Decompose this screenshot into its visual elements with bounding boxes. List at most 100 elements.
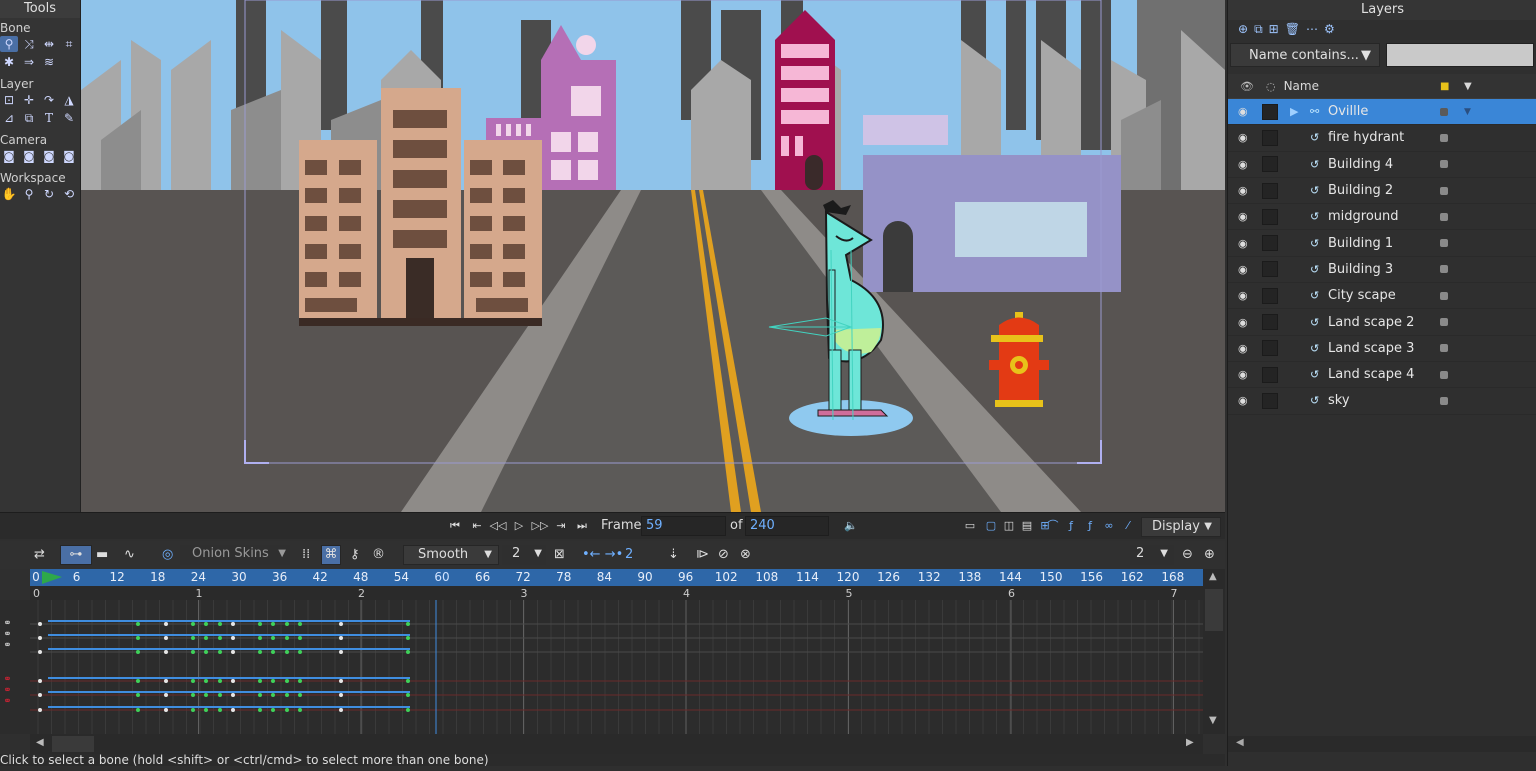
duplicate-layer-icon[interactable]: ⧉ [1254, 22, 1263, 37]
interp-value-dropdown[interactable]: 2 ▼ [502, 545, 546, 565]
translate-layer-icon[interactable]: ✛ [20, 92, 38, 108]
rotate-layer-icon[interactable]: ↷ [40, 92, 58, 108]
expand-arrow-icon[interactable]: ▶ [1290, 105, 1304, 118]
fast-forward-icon[interactable]: ⏭ [573, 518, 591, 534]
layer-color-dot[interactable] [1440, 160, 1448, 169]
color-column-icon[interactable]: ■ [1440, 81, 1449, 92]
zoom-icon[interactable]: ⚲ [20, 186, 38, 202]
bind-layer-icon[interactable]: ≋ [40, 54, 58, 70]
lock-icon[interactable] [1262, 287, 1278, 304]
layer-row-land-scape-4[interactable]: ◉ ↺ Land scape 4 [1228, 362, 1536, 389]
eye-icon[interactable]: ◉ [1238, 263, 1256, 276]
roll-camera-icon[interactable]: ◙ [40, 148, 58, 164]
last-frame-icon[interactable]: ⇥ [552, 518, 570, 534]
scale-layer-icon[interactable]: ⧉ [20, 110, 38, 126]
layer-color-dot[interactable] [1440, 133, 1448, 142]
scroll-down-icon[interactable]: ▼ [1209, 715, 1217, 726]
channel-bone-icon[interactable]: ⊶ [60, 545, 92, 565]
layer-row-city-scape[interactable]: ◉ ↺ City scape [1228, 283, 1536, 310]
layer-row-building-4[interactable]: ◉ ↺ Building 4 [1228, 152, 1536, 178]
copy-keys-icon[interactable]: ⧐ [696, 545, 709, 565]
add-bone-icon[interactable]: ⇹ [40, 36, 58, 52]
layer-color-dot[interactable] [1440, 370, 1448, 379]
step-back-icon[interactable]: ◁◁ [489, 518, 507, 534]
vscroll-thumb[interactable] [1205, 589, 1223, 631]
paste-keys-icon[interactable]: ⇣ [668, 545, 679, 565]
scroll-up-icon[interactable]: ▲ [1209, 571, 1217, 582]
layer-color-dot[interactable] [1440, 107, 1448, 116]
total-frames-input[interactable]: 240 [745, 516, 829, 536]
pan-tilt-camera-icon[interactable]: ◙ [60, 148, 78, 164]
filter-dropdown[interactable]: Name contains... ▼ [1230, 43, 1380, 67]
eye-icon[interactable]: ◉ [1238, 184, 1256, 197]
shear-layer-icon[interactable]: ◮ [60, 92, 78, 108]
loop-icon[interactable]: ∞ [1100, 518, 1118, 534]
clear-keys-icon[interactable]: ⊗ [740, 545, 751, 565]
timeline-vscroll[interactable]: ▲ ▼ [1203, 569, 1225, 734]
canvas-viewport[interactable] [81, 0, 1225, 512]
channel-motion-icon[interactable]: ∿ [124, 545, 135, 565]
lock-icon[interactable] [1262, 314, 1278, 331]
zoom-out-icon[interactable]: ⊖ [1182, 545, 1193, 565]
new-group-icon[interactable]: ⊞ [1269, 22, 1279, 36]
name-column-header[interactable]: Name [1284, 79, 1319, 93]
orbit-workspace-icon[interactable]: ⟲ [60, 186, 78, 202]
display-dropdown[interactable]: Display ▼ [1141, 517, 1221, 537]
eyedropper-icon[interactable]: ✎ [60, 110, 78, 126]
eye-icon[interactable]: ◉ [1238, 289, 1256, 302]
lock-icon[interactable] [1262, 366, 1278, 383]
lock-icon[interactable] [1262, 182, 1278, 199]
chevron-down-icon[interactable]: ▼ [1464, 81, 1472, 92]
frame-ruler[interactable]: 0 6 12 18 24 30 36 42 48 54 60 66 72 78 84 90 96 102 108 11… [30, 569, 1203, 586]
layer-row-building-2[interactable]: ◉ ↺ Building 2 [1228, 178, 1536, 205]
shift-keys-icon[interactable]: •← →• [582, 545, 623, 565]
lock-icon[interactable] [1262, 208, 1278, 225]
eye-icon[interactable]: ◉ [1238, 131, 1256, 144]
view-2-icon[interactable]: ◫ [1000, 518, 1018, 534]
layer-row-land-scape-2[interactable]: ◉ ↺ Land scape 2 [1228, 309, 1536, 336]
layer-row-sky[interactable]: ◉ ↺ sky [1228, 388, 1536, 415]
zoom-dropdown[interactable]: 2 ▼ [1130, 545, 1174, 565]
onion-icon[interactable]: ◎ [162, 545, 173, 565]
set-origin-icon[interactable]: ⊡ [0, 92, 18, 108]
auto-key-icon[interactable]: ⌘ [321, 545, 341, 565]
select-bone-icon[interactable]: ⚲ [0, 36, 18, 52]
new-layer-icon[interactable]: ⊕ [1238, 22, 1248, 36]
track-camera-icon[interactable]: ◙ [0, 148, 18, 164]
delete-layer-icon[interactable]: 🗑 [1285, 22, 1300, 36]
chevron-down-icon[interactable]: ▼ [1464, 107, 1471, 117]
layer-row-land-scape-3[interactable]: ◉ ↺ Land scape 3 [1228, 336, 1536, 362]
layer-row-building-3[interactable]: ◉ ↺ Building 3 [1228, 257, 1536, 284]
brush-icon[interactable]: ⁄ [1119, 518, 1137, 534]
keys-value[interactable]: 2 [625, 545, 633, 565]
grid-icon[interactable]: ⁞⁞ [302, 545, 310, 565]
zoom-in-icon[interactable]: ⊕ [1204, 545, 1215, 565]
layer-row-building-1[interactable]: ◉ ↺ Building 1 [1228, 230, 1536, 257]
eye-icon[interactable]: ◉ [1238, 316, 1256, 329]
layer-row-midground[interactable]: ◉ ↺ midground [1228, 204, 1536, 231]
layer-settings-icon[interactable]: ⚙ [1324, 22, 1335, 36]
layers-hscroll[interactable]: ◀ [1228, 736, 1536, 752]
view-single-icon[interactable]: ▭ [961, 518, 979, 534]
transform-bone-icon[interactable]: ⤨ [20, 36, 38, 52]
scroll-left-icon[interactable]: ◀ [36, 737, 44, 748]
rotate-workspace-icon[interactable]: ↻ [40, 186, 58, 202]
key-bones-icon[interactable]: ⚷ [350, 545, 360, 565]
scroll-right-icon[interactable]: ▶ [1186, 737, 1194, 748]
layer-color-dot[interactable] [1440, 186, 1448, 195]
cycle-icon[interactable]: ⇄ [34, 545, 45, 565]
timeline-tracks[interactable] [30, 600, 1203, 734]
view-1-icon[interactable]: ▢ [982, 518, 1000, 534]
reparent-bone-icon[interactable]: ⌗ [60, 36, 78, 52]
lock-icon[interactable] [1262, 103, 1278, 120]
onion-skins-dropdown[interactable]: Onion Skins ▼ [180, 545, 290, 565]
layer-row-ovillle[interactable]: ◉ ▶ ⚯ Ovillle ▼ [1228, 99, 1536, 126]
layer-color-dot[interactable] [1440, 265, 1448, 274]
layer-color-dot[interactable] [1440, 212, 1448, 221]
layer-row-fire-hydrant[interactable]: ◉ ↺ fire hydrant [1228, 125, 1536, 152]
delete-keys-icon[interactable]: ⊘ [718, 545, 729, 565]
play-icon[interactable]: ▷ [510, 518, 528, 534]
eye-icon[interactable]: ◉ [1238, 368, 1256, 381]
lock-icon[interactable] [1262, 392, 1278, 409]
layer-color-dot[interactable] [1440, 318, 1448, 327]
